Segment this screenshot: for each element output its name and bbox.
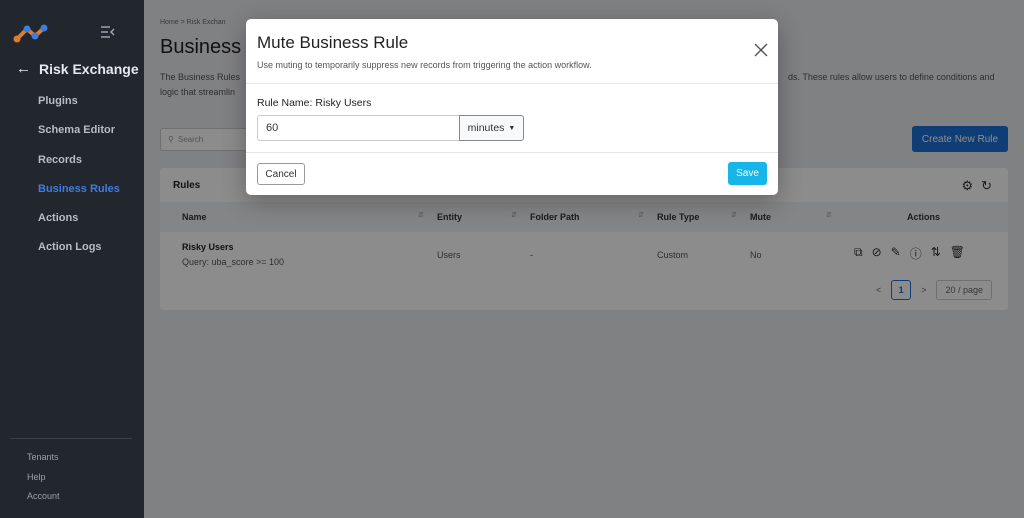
modal-subtitle: Use muting to temporarily suppress new r… bbox=[257, 60, 592, 70]
modal-title: Mute Business Rule bbox=[257, 33, 409, 52]
sidebar-item-help[interactable]: Help bbox=[27, 472, 60, 492]
sidebar-divider bbox=[10, 438, 132, 439]
sidebar-item-schema-editor[interactable]: Schema Editor bbox=[38, 123, 120, 152]
mute-duration-input[interactable] bbox=[257, 115, 459, 141]
modal-divider bbox=[246, 83, 778, 84]
sidebar-item-actions[interactable]: Actions bbox=[38, 211, 120, 240]
mute-rule-modal: Mute Business Rule Use muting to tempora… bbox=[246, 19, 778, 195]
cancel-button[interactable]: Cancel bbox=[257, 163, 305, 185]
sidebar-item-business-rules[interactable]: Business Rules bbox=[38, 182, 120, 211]
modal-divider bbox=[246, 152, 778, 153]
sidebar-item-tenants[interactable]: Tenants bbox=[27, 452, 60, 472]
collapse-sidebar-icon[interactable] bbox=[101, 26, 115, 38]
sidebar-item-plugins[interactable]: Plugins bbox=[38, 94, 120, 123]
sidebar-item-action-logs[interactable]: Action Logs bbox=[38, 240, 120, 269]
sidebar-nav: Plugins Schema Editor Records Business R… bbox=[38, 94, 120, 270]
sidebar-item-records[interactable]: Records bbox=[38, 153, 120, 182]
rule-name-label: Rule Name: Risky Users bbox=[257, 97, 372, 109]
close-icon[interactable] bbox=[754, 43, 768, 57]
sidebar-footer: Tenants Help Account bbox=[27, 452, 60, 511]
sidebar-item-account[interactable]: Account bbox=[27, 491, 60, 511]
duration-unit-label: minutes bbox=[467, 122, 505, 134]
app-title-label: Risk Exchange bbox=[39, 60, 139, 77]
save-button[interactable]: Save bbox=[728, 162, 767, 185]
sidebar: ← Risk Exchange Plugins Schema Editor Re… bbox=[0, 0, 144, 518]
duration-unit-select[interactable]: minutes ▼ bbox=[459, 115, 524, 141]
app-title[interactable]: ← Risk Exchange bbox=[16, 60, 139, 77]
app-logo-icon bbox=[13, 24, 48, 43]
back-arrow-icon[interactable]: ← bbox=[16, 60, 31, 77]
chevron-down-icon: ▼ bbox=[508, 124, 516, 132]
